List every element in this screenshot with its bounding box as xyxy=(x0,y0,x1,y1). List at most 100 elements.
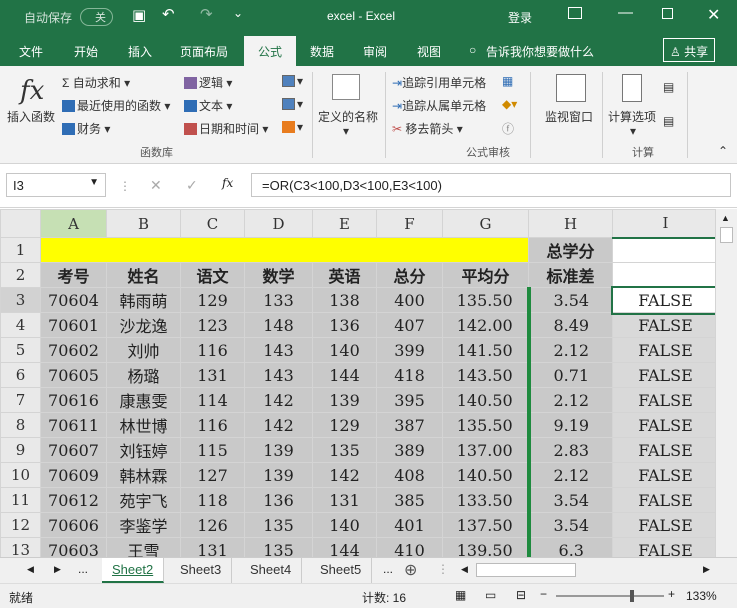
cell-result[interactable]: FALSE xyxy=(612,462,719,488)
table-cell[interactable]: 70609 xyxy=(40,462,107,488)
table-cell[interactable]: 407 xyxy=(376,312,443,338)
sheet-tab[interactable]: Sheet5 xyxy=(310,558,373,583)
page-layout-icon[interactable]: ▭ xyxy=(485,588,496,602)
table-cell[interactable]: 139 xyxy=(244,462,313,488)
logical-button[interactable]: 逻辑 ▾ xyxy=(184,74,232,91)
table-cell[interactable]: 141.50 xyxy=(442,337,529,363)
table-cell[interactable]: 400 xyxy=(376,287,443,313)
row-header[interactable]: 1 xyxy=(0,237,41,263)
table-cell[interactable]: 70612 xyxy=(40,487,107,513)
sheet-tab-active[interactable]: Sheet2 xyxy=(102,558,165,583)
sheet-tab[interactable]: Sheet3 xyxy=(170,558,233,583)
cell-result[interactable]: FALSE xyxy=(612,337,719,363)
scroll-up-icon[interactable]: ▲ xyxy=(721,213,730,223)
table-cell[interactable]: 389 xyxy=(376,437,443,463)
table-cell[interactable]: 408 xyxy=(376,462,443,488)
cell-result[interactable]: FALSE xyxy=(612,487,719,513)
cell-result[interactable]: FALSE xyxy=(612,437,719,463)
row-header[interactable]: 2 xyxy=(0,262,41,288)
table-cell[interactable]: 沙龙逸 xyxy=(106,312,181,338)
table-cell[interactable]: 143 xyxy=(244,362,313,388)
table-cell[interactable]: 林世博 xyxy=(106,412,181,438)
cell-i1[interactable] xyxy=(612,237,719,263)
row-header[interactable]: 12 xyxy=(0,512,41,538)
tab-formulas[interactable]: 公式 xyxy=(244,36,296,66)
column-header[interactable]: B xyxy=(106,209,181,238)
normal-view-icon[interactable]: ▦ xyxy=(455,588,466,602)
column-header[interactable]: D xyxy=(244,209,313,238)
table-cell[interactable]: 70607 xyxy=(40,437,107,463)
cell-result[interactable]: FALSE xyxy=(612,387,719,413)
enter-icon[interactable]: ✓ xyxy=(186,177,198,194)
datetime-button[interactable]: 日期和时间 ▾ xyxy=(184,120,268,137)
table-cell[interactable]: 144 xyxy=(312,537,377,557)
table-cell[interactable]: 142 xyxy=(244,412,313,438)
login-link[interactable]: 登录 xyxy=(508,9,532,26)
fx-icon[interactable]: fx xyxy=(20,76,44,106)
table-cell[interactable]: 140 xyxy=(312,512,377,538)
table-cell[interactable]: 143.50 xyxy=(442,362,529,388)
table-cell[interactable]: 136 xyxy=(312,312,377,338)
more-functions-button[interactable]: ▾ xyxy=(282,120,303,134)
table-cell[interactable]: 148 xyxy=(244,312,313,338)
table-cell[interactable]: 137.00 xyxy=(442,437,529,463)
zoom-slider-thumb[interactable] xyxy=(630,590,634,602)
table-cell[interactable]: 康惠雯 xyxy=(106,387,181,413)
table-cell[interactable]: 123 xyxy=(180,312,245,338)
table-cell[interactable]: 115 xyxy=(180,437,245,463)
table-cell[interactable]: 116 xyxy=(180,337,245,363)
row-header[interactable]: 3 xyxy=(0,287,41,313)
autosave-toggle[interactable]: 关 xyxy=(80,8,113,26)
column-header[interactable]: G xyxy=(442,209,529,238)
cell-result[interactable]: FALSE xyxy=(612,312,719,338)
cell-header[interactable]: 平均分 xyxy=(442,262,529,288)
table-cell[interactable]: 3.54 xyxy=(526,487,613,513)
recent-functions-button[interactable]: 最近使用的函数 ▾ xyxy=(62,97,170,114)
table-cell[interactable]: 3.54 xyxy=(526,287,613,313)
table-cell[interactable]: 116 xyxy=(180,412,245,438)
save-icon[interactable]: ▣ xyxy=(132,6,146,24)
add-sheet-icon[interactable]: ⊕ xyxy=(404,560,417,580)
cell-i2[interactable] xyxy=(612,262,719,288)
calc-options-button[interactable]: 计算选项 xyxy=(608,108,656,125)
table-cell[interactable]: 131 xyxy=(180,537,245,557)
table-cell[interactable]: 118 xyxy=(180,487,245,513)
cell-h2[interactable]: 标准差 xyxy=(528,262,613,288)
zoom-slider[interactable] xyxy=(556,595,664,597)
table-cell[interactable]: 韩林霖 xyxy=(106,462,181,488)
tab-review[interactable]: 审阅 xyxy=(363,43,387,60)
table-cell[interactable]: 140.50 xyxy=(442,462,529,488)
close-icon[interactable]: ✕ xyxy=(707,5,720,25)
tell-me-input[interactable]: 告诉我你想要做什么 xyxy=(486,43,594,60)
table-cell[interactable]: 2.83 xyxy=(526,437,613,463)
select-all-corner[interactable] xyxy=(0,209,41,238)
table-cell[interactable]: 70606 xyxy=(40,512,107,538)
table-cell[interactable]: 70603 xyxy=(40,537,107,557)
table-cell[interactable]: 8.49 xyxy=(526,312,613,338)
tab-file[interactable]: 文件 xyxy=(19,43,43,60)
cell-header[interactable]: 总分 xyxy=(376,262,443,288)
table-cell[interactable]: 138 xyxy=(312,287,377,313)
table-cell[interactable]: 139 xyxy=(244,437,313,463)
column-header[interactable]: C xyxy=(180,209,245,238)
table-cell[interactable]: 0.71 xyxy=(526,362,613,388)
zoom-out-icon[interactable]: − xyxy=(540,587,547,601)
name-tag-icon[interactable] xyxy=(332,74,360,100)
table-cell[interactable]: 刘钰婷 xyxy=(106,437,181,463)
table-cell[interactable]: 395 xyxy=(376,387,443,413)
table-cell[interactable]: 2.12 xyxy=(526,387,613,413)
cell-header[interactable]: 考号 xyxy=(40,262,107,288)
table-cell[interactable]: 140.50 xyxy=(442,387,529,413)
table-cell[interactable]: 70602 xyxy=(40,337,107,363)
watch-window-icon[interactable] xyxy=(556,74,586,102)
table-cell[interactable]: 135 xyxy=(244,512,313,538)
table-cell[interactable]: 140 xyxy=(312,337,377,363)
table-cell[interactable]: 136 xyxy=(244,487,313,513)
more-sheets-right[interactable]: ... xyxy=(383,562,393,576)
cell-merged-title[interactable] xyxy=(40,237,529,263)
table-cell[interactable]: 127 xyxy=(180,462,245,488)
table-cell[interactable]: 385 xyxy=(376,487,443,513)
column-header[interactable]: F xyxy=(376,209,443,238)
calculator-icon[interactable] xyxy=(622,74,642,102)
horizontal-scroll-thumb[interactable] xyxy=(476,563,576,577)
